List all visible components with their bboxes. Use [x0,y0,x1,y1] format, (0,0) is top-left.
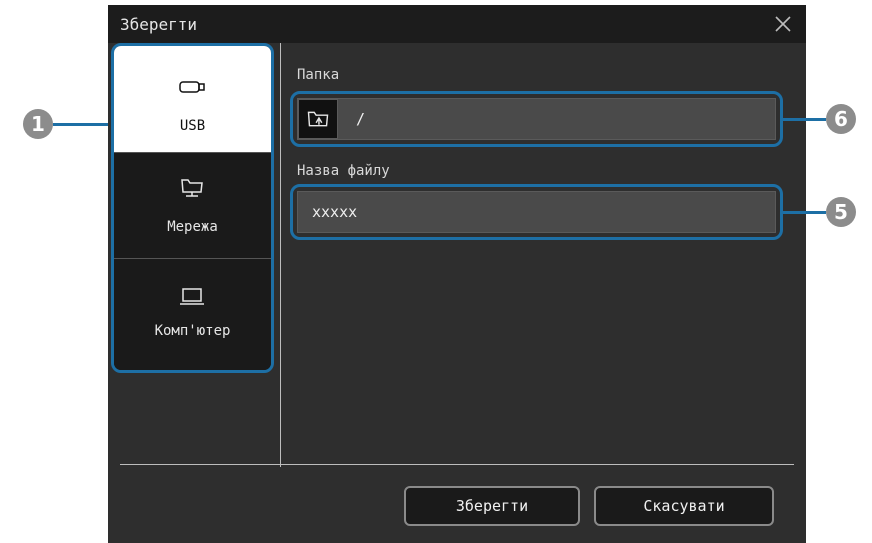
dialog-title: Зберегти [120,15,198,34]
callout-6: 6 [826,104,856,134]
sidebar-divider [280,43,281,467]
callout-6-line [780,118,826,121]
source-computer[interactable]: Комп'ютер [114,258,271,370]
save-button[interactable]: Зберегти [404,486,580,526]
network-folder-icon [181,179,203,197]
laptop-icon [180,288,204,305]
source-network-label: Мережа [167,219,218,235]
bottom-divider [120,464,794,465]
callout-1: 1 [23,109,53,139]
cancel-button[interactable]: Скасувати [594,486,774,526]
filename-value: xxxxx [312,203,358,221]
save-button-label: Зберегти [455,497,529,515]
title-bar: Зберегти [108,5,806,43]
source-usb[interactable]: USB [114,46,271,152]
callout-1-line [53,123,111,126]
folder-label: Папка [297,67,340,83]
folder-field[interactable]: / [297,98,776,140]
filename-label: Назва файлу [297,163,390,179]
save-dialog: Зберегти USB Мережа Комп'ютер Папка / На… [108,5,806,543]
folder-browse-icon [307,111,329,127]
folder-path-value: / [356,110,366,128]
source-network[interactable]: Мережа [114,152,271,258]
callout-5-line [780,211,826,214]
filename-input[interactable]: xxxxx [297,191,776,233]
folder-browse-button[interactable] [298,99,338,139]
cancel-button-label: Скасувати [643,497,725,515]
callout-5-number: 5 [834,200,848,224]
close-icon[interactable] [772,13,794,35]
usb-drive-icon [179,81,205,93]
callout-6-number: 6 [834,107,848,131]
source-computer-label: Комп'ютер [154,323,231,339]
callout-5: 5 [826,197,856,227]
source-selector: USB Мережа Комп'ютер [111,43,274,373]
callout-1-number: 1 [31,112,45,136]
source-usb-label: USB [179,118,206,134]
